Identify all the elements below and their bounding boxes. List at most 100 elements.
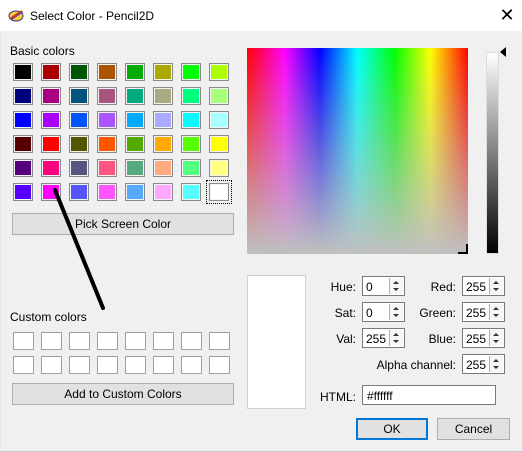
spin-down-icon[interactable] [493, 314, 499, 317]
custom-color-swatch[interactable] [181, 356, 202, 374]
basic-color-swatch[interactable] [13, 159, 33, 177]
basic-color-swatch[interactable] [69, 111, 89, 129]
basic-color-swatch[interactable] [13, 111, 33, 129]
basic-color-swatch[interactable] [181, 87, 201, 105]
basic-color-swatch[interactable] [41, 87, 61, 105]
spin-up-icon[interactable] [493, 333, 499, 336]
hue-spin-arrows[interactable] [389, 278, 403, 294]
custom-color-swatch[interactable] [153, 356, 174, 374]
alpha-spin-arrows[interactable] [489, 356, 503, 372]
custom-color-swatch[interactable] [125, 332, 146, 350]
custom-color-swatch[interactable] [41, 332, 62, 350]
green-value[interactable]: 255 [466, 306, 486, 320]
custom-color-swatch[interactable] [13, 332, 34, 350]
blue-spinbox[interactable]: 255 [462, 328, 505, 348]
hue-value[interactable]: 0 [366, 280, 373, 294]
close-icon[interactable]: ✕ [492, 0, 522, 31]
red-spinbox[interactable]: 255 [462, 276, 505, 296]
basic-color-swatch[interactable] [97, 135, 117, 153]
basic-color-swatch[interactable] [125, 159, 145, 177]
blue-value[interactable]: 255 [466, 332, 486, 346]
basic-color-swatch[interactable] [153, 183, 173, 201]
basic-color-swatch[interactable] [181, 183, 201, 201]
basic-color-swatch[interactable] [209, 159, 229, 177]
custom-color-swatch[interactable] [125, 356, 146, 374]
basic-color-swatch[interactable] [181, 63, 201, 81]
sat-spin-arrows[interactable] [389, 304, 403, 320]
custom-color-swatch[interactable] [69, 332, 90, 350]
custom-color-swatch[interactable] [181, 332, 202, 350]
basic-color-swatch[interactable] [209, 111, 229, 129]
custom-color-swatch[interactable] [41, 356, 62, 374]
basic-color-swatch[interactable] [69, 63, 89, 81]
pick-screen-color-button[interactable]: Pick Screen Color [12, 213, 234, 235]
basic-color-swatch[interactable] [13, 87, 33, 105]
hue-spinbox[interactable]: 0 [362, 276, 405, 296]
spin-up-icon[interactable] [493, 281, 499, 284]
custom-color-swatch[interactable] [69, 356, 90, 374]
basic-color-swatch[interactable] [209, 63, 229, 81]
basic-color-swatch[interactable] [125, 135, 145, 153]
basic-color-swatch[interactable] [69, 87, 89, 105]
basic-color-swatch[interactable] [153, 159, 173, 177]
basic-color-swatch[interactable] [41, 111, 61, 129]
basic-color-swatch[interactable] [13, 135, 33, 153]
spin-up-icon[interactable] [493, 307, 499, 310]
basic-color-swatch[interactable] [13, 183, 33, 201]
basic-color-swatch[interactable] [41, 63, 61, 81]
green-spin-arrows[interactable] [489, 304, 503, 320]
basic-color-swatch[interactable] [209, 87, 229, 105]
alpha-spinbox[interactable]: 255 [462, 354, 505, 374]
green-spinbox[interactable]: 255 [462, 302, 505, 322]
basic-color-swatch[interactable] [69, 159, 89, 177]
basic-color-swatch[interactable] [97, 111, 117, 129]
basic-color-swatch[interactable] [125, 111, 145, 129]
spin-down-icon[interactable] [493, 340, 499, 343]
val-spinbox[interactable]: 255 [362, 328, 405, 348]
basic-color-swatch[interactable] [41, 135, 61, 153]
basic-color-swatch[interactable] [153, 63, 173, 81]
red-value[interactable]: 255 [466, 280, 486, 294]
html-hex-value[interactable]: #ffffff [367, 389, 393, 403]
cancel-button[interactable]: Cancel [437, 418, 510, 440]
basic-color-swatch[interactable] [125, 87, 145, 105]
spin-down-icon[interactable] [393, 314, 399, 317]
basic-color-swatch[interactable] [153, 135, 173, 153]
basic-color-swatch[interactable] [97, 87, 117, 105]
spin-up-icon[interactable] [393, 333, 399, 336]
val-value[interactable]: 255 [366, 332, 386, 346]
spin-up-icon[interactable] [393, 281, 399, 284]
add-to-custom-colors-button[interactable]: Add to Custom Colors [12, 383, 234, 405]
html-hex-input[interactable]: #ffffff [362, 385, 496, 405]
basic-color-swatch[interactable] [153, 87, 173, 105]
custom-color-swatch[interactable] [153, 332, 174, 350]
spin-down-icon[interactable] [393, 340, 399, 343]
red-spin-arrows[interactable] [489, 278, 503, 294]
ok-button[interactable]: OK [356, 418, 428, 440]
luminance-slider[interactable] [486, 52, 499, 254]
basic-color-swatch[interactable] [181, 159, 201, 177]
spin-down-icon[interactable] [493, 366, 499, 369]
sat-spinbox[interactable]: 0 [362, 302, 405, 322]
val-spin-arrows[interactable] [389, 330, 403, 346]
basic-color-swatch[interactable] [97, 63, 117, 81]
custom-color-swatch[interactable] [209, 356, 230, 374]
blue-spin-arrows[interactable] [489, 330, 503, 346]
basic-color-swatch[interactable] [153, 111, 173, 129]
basic-color-swatch[interactable] [41, 159, 61, 177]
custom-color-swatch[interactable] [97, 332, 118, 350]
hue-saturation-spectrum[interactable] [247, 48, 468, 254]
custom-color-swatch[interactable] [97, 356, 118, 374]
spin-up-icon[interactable] [393, 307, 399, 310]
spin-down-icon[interactable] [393, 288, 399, 291]
luminance-pointer-icon[interactable] [500, 47, 506, 57]
basic-color-swatch[interactable] [125, 63, 145, 81]
basic-color-swatch[interactable] [69, 135, 89, 153]
alpha-value[interactable]: 255 [466, 358, 486, 372]
custom-color-swatch[interactable] [209, 332, 230, 350]
basic-color-swatch[interactable] [13, 63, 33, 81]
basic-color-swatch[interactable] [181, 135, 201, 153]
basic-color-swatch[interactable] [125, 183, 145, 201]
basic-color-swatch[interactable] [181, 111, 201, 129]
basic-color-swatch[interactable] [97, 159, 117, 177]
